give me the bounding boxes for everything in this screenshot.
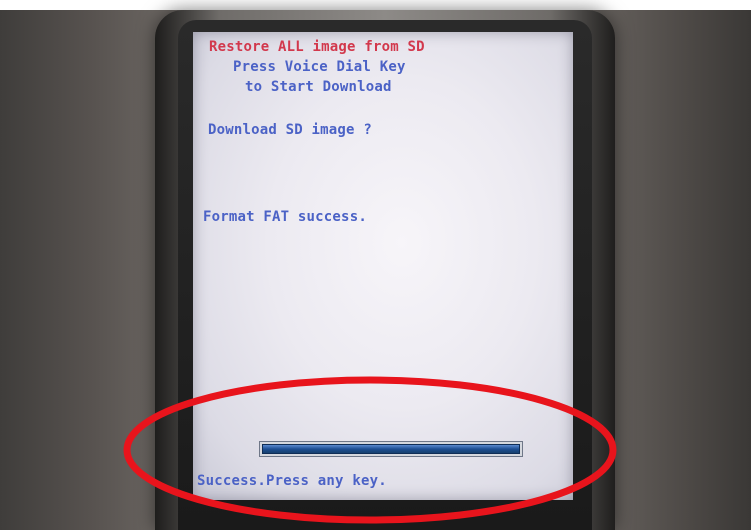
download-progress-bar: [259, 441, 523, 457]
photo: Restore ALL image from SD Press Voice Di…: [0, 0, 751, 530]
completion-status: Success.Press any key.: [197, 473, 387, 489]
format-status: Format FAT success.: [203, 209, 367, 225]
instruction-line-2: to Start Download: [245, 79, 392, 95]
phone-screen: Restore ALL image from SD Press Voice Di…: [193, 32, 573, 500]
progress-fill: [262, 444, 520, 454]
download-question: Download SD image ?: [208, 122, 372, 138]
instruction-line-1: Press Voice Dial Key: [233, 59, 406, 75]
restore-title: Restore ALL image from SD: [209, 39, 425, 55]
